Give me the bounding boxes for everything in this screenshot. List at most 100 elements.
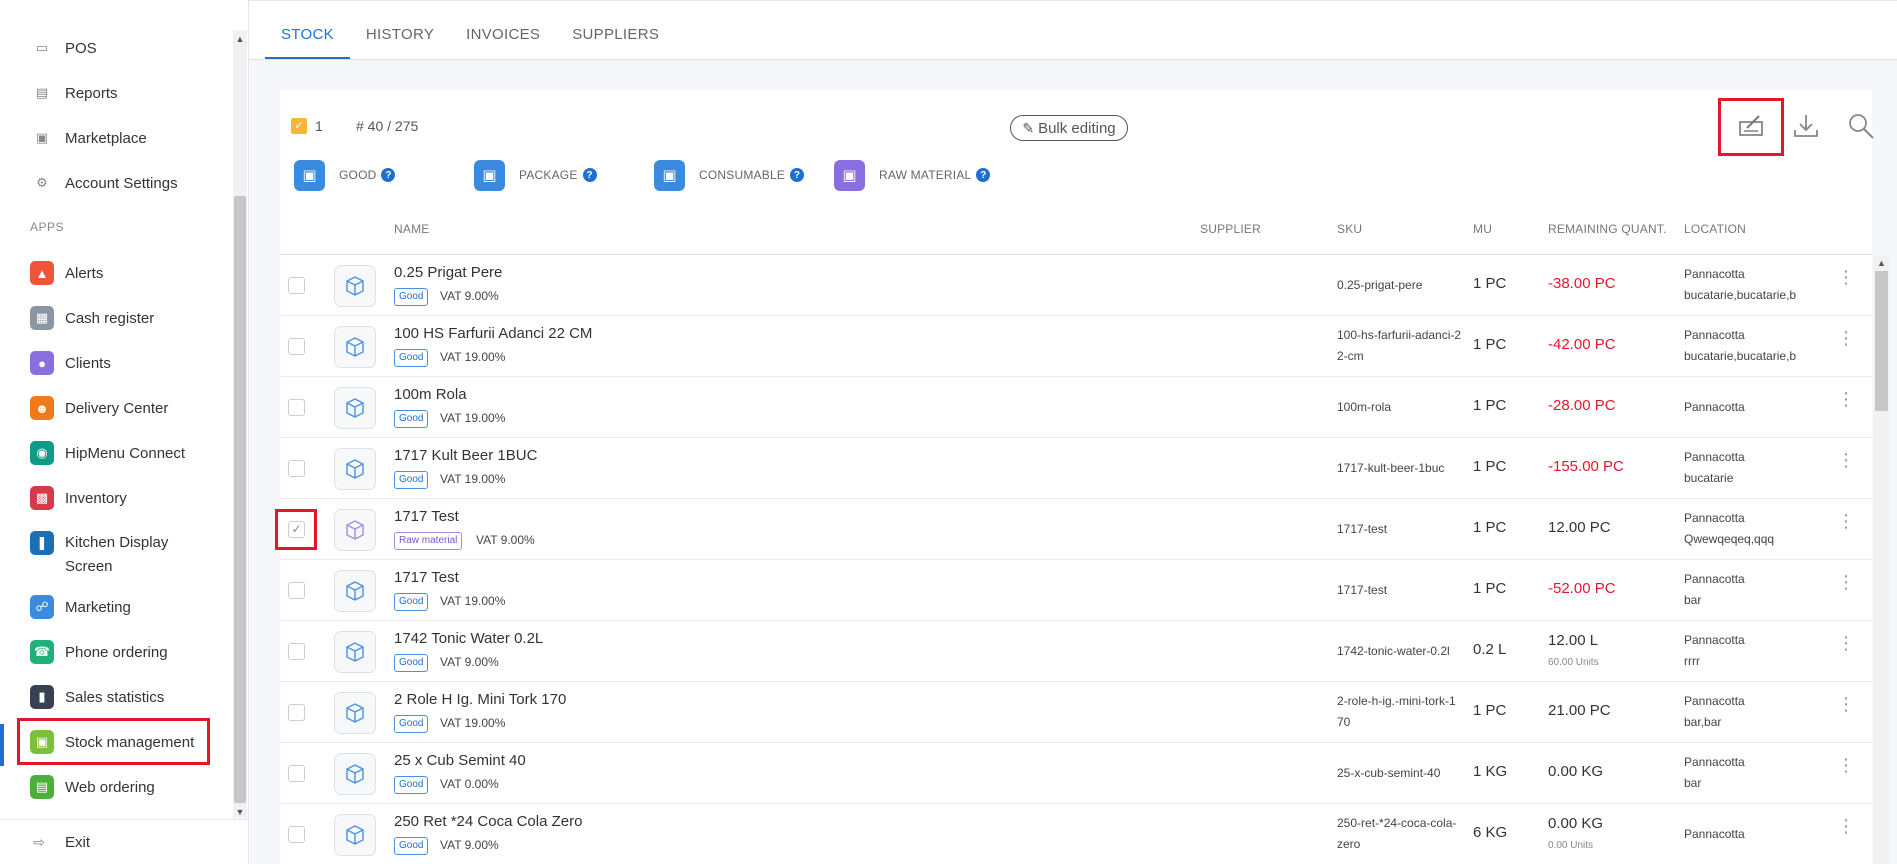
product-name[interactable]: 250 Ret *24 Coca Cola Zero (394, 813, 582, 830)
location-sublocation: bar (1684, 593, 1702, 607)
sidebar-item-clients[interactable]: ● Clients (30, 348, 111, 378)
vat-label: VAT 19.00% (440, 411, 506, 425)
product-thumbnail (334, 326, 376, 368)
sidebar-item-inventory[interactable]: ▩ Inventory (30, 483, 127, 513)
product-name[interactable]: 2 Role H Ig. Mini Tork 170 (394, 691, 566, 708)
sidebar-item-hipmenu-connect[interactable]: ◉ HipMenu Connect (30, 438, 185, 468)
tab-invoices[interactable]: INVOICES (450, 20, 556, 60)
column-header-remaining[interactable]: REMAINING QUANT. (1548, 222, 1667, 236)
row-menu-icon[interactable]: ⋮ (1837, 390, 1855, 419)
product-type-badge: Good (394, 715, 429, 733)
column-header-sku[interactable]: SKU (1337, 222, 1362, 236)
exit-button[interactable]: ⇨ Exit (30, 829, 90, 855)
row-checkbox[interactable] (288, 399, 305, 416)
row-checkbox[interactable] (288, 460, 305, 477)
sidebar-item-delivery-center[interactable]: ☻ Delivery Center (30, 393, 168, 423)
table-row[interactable]: 1717 Kult Beer 1BUC Good VAT 19.00% 1717-ku… (280, 438, 1872, 499)
row-menu-icon[interactable]: ⋮ (1837, 451, 1855, 480)
table-row[interactable]: 2 Role H Ig. Mini Tork 170 Good VAT 19.00%… (280, 682, 1872, 743)
bulk-edit-sheet-icon[interactable] (1733, 108, 1769, 144)
row-checkbox[interactable] (288, 338, 305, 355)
product-name[interactable]: 100m Rola (394, 386, 467, 403)
sidebar-item-web-ordering[interactable]: ▤ Web ordering (30, 772, 155, 802)
sidebar-item-phone-ordering[interactable]: ☎ Phone ordering (30, 637, 168, 667)
row-checkbox[interactable] (288, 582, 305, 599)
remaining-quantity: -155.00 PC (1548, 458, 1624, 475)
row-checkbox[interactable] (288, 277, 305, 294)
table-scroll-up-icon[interactable]: ▲ (1875, 257, 1888, 270)
selection-checkbox[interactable]: ✓ (291, 118, 307, 134)
table-row[interactable]: 1717 Test Good VAT 19.00% 1717-test 1 PC -52.… (280, 560, 1872, 621)
row-checkbox[interactable] (288, 826, 305, 843)
product-name[interactable]: 1717 Test (394, 569, 459, 586)
row-checkbox[interactable] (288, 643, 305, 660)
tab-history[interactable]: HISTORY (350, 20, 450, 60)
sidebar-item-kitchen-display-screen[interactable]: ❚ Kitchen Display Screen (30, 528, 205, 584)
column-header-name[interactable]: NAME (394, 222, 429, 236)
table-row[interactable]: 1742 Tonic Water 0.2L Good VAT 9.00% 1742-t… (280, 621, 1872, 682)
sidebar-item-reports[interactable]: ▤ Reports (30, 78, 118, 108)
row-checkbox[interactable] (288, 704, 305, 721)
column-header-location[interactable]: LOCATION (1684, 222, 1746, 236)
column-header-supplier[interactable]: SUPPLIER (1200, 222, 1261, 236)
pencil-icon: ✎ (1022, 119, 1035, 136)
vat-label: VAT 9.00% (440, 289, 499, 303)
table-row[interactable]: 100m Rola Good VAT 19.00% 100m-rola 1 PC -28.… (280, 377, 1872, 438)
product-name[interactable]: 1717 Kult Beer 1BUC (394, 447, 537, 464)
table-row[interactable]: 0.25 Prigat Pere Good VAT 9.00% 0.25-prigat… (280, 255, 1872, 316)
sidebar-item-marketing[interactable]: ☍ Marketing (30, 592, 131, 622)
help-icon[interactable]: ? (582, 168, 597, 182)
row-menu-icon[interactable]: ⋮ (1837, 512, 1855, 541)
table-row[interactable]: 100 HS Farfurii Adanci 22 CM Good VAT 19.0… (280, 316, 1872, 377)
delivery-person-icon: ☻ (30, 396, 54, 420)
legend-raw-material[interactable]: ▣ RAW MATERIAL ? (834, 159, 991, 191)
search-icon[interactable] (1843, 108, 1879, 144)
table-row[interactable]: 250 Ret *24 Coca Cola Zero Good VAT 9.00% 2… (280, 804, 1872, 864)
sidebar-item-pos[interactable]: ▭ POS (30, 33, 97, 63)
sidebar-item-stock-management[interactable]: ▣ Stock management (30, 727, 194, 757)
sidebar-scrollbar-thumb[interactable] (234, 196, 246, 803)
scroll-down-icon[interactable]: ▼ (234, 805, 246, 819)
row-menu-icon[interactable]: ⋮ (1837, 573, 1855, 602)
sidebar-item-account-settings[interactable]: ⚙ Account Settings (30, 168, 177, 198)
product-name[interactable]: 25 x Cub Semint 40 (394, 752, 526, 769)
row-checkbox[interactable] (288, 765, 305, 782)
scroll-up-icon[interactable]: ▲ (234, 32, 246, 46)
help-icon[interactable]: ? (976, 168, 991, 182)
help-icon[interactable]: ? (381, 168, 396, 182)
product-name[interactable]: 1742 Tonic Water 0.2L (394, 630, 543, 647)
download-icon[interactable] (1788, 108, 1824, 144)
phone-icon: ☎ (30, 640, 54, 664)
product-type-badge: Good (394, 410, 429, 428)
help-icon[interactable]: ? (790, 168, 805, 182)
sidebar-item-alerts[interactable]: ▲ Alerts (30, 258, 103, 288)
row-menu-icon[interactable]: ⋮ (1837, 268, 1855, 297)
row-menu-icon[interactable]: ⋮ (1837, 634, 1855, 663)
sidebar-item-cash-register[interactable]: ▦ Cash register (30, 303, 154, 333)
legend-consumable[interactable]: ▣ CONSUMABLE ? (654, 159, 805, 191)
bulk-editing-button[interactable]: ✎ Bulk editing (1010, 115, 1128, 141)
box-icon (346, 276, 364, 296)
table-row[interactable]: 25 x Cub Semint 40 Good VAT 0.00% 25-x-cub-… (280, 743, 1872, 804)
mu-cell: 1 PC (1473, 580, 1507, 597)
tab-stock[interactable]: STOCK (265, 20, 350, 60)
product-name[interactable]: 100 HS Farfurii Adanci 22 CM (394, 325, 592, 342)
row-menu-icon[interactable]: ⋮ (1837, 817, 1855, 846)
mu-cell: 1 PC (1473, 702, 1507, 719)
product-name[interactable]: 0.25 Prigat Pere (394, 264, 502, 281)
legend-good[interactable]: ▣ GOOD ? (294, 159, 396, 191)
legend-package[interactable]: ▣ PACKAGE ? (474, 159, 597, 191)
column-header-mu[interactable]: MU (1473, 222, 1492, 236)
sidebar-item-sales-statistics[interactable]: ▮ Sales statistics (30, 682, 164, 712)
row-menu-icon[interactable]: ⋮ (1837, 756, 1855, 785)
row-menu-icon[interactable]: ⋮ (1837, 329, 1855, 358)
mu-cell: 1 PC (1473, 397, 1507, 414)
table-row[interactable]: ✓ 1717 Test Raw material VAT 9.00% 1717-test… (280, 499, 1872, 560)
row-menu-icon[interactable]: ⋮ (1837, 695, 1855, 724)
row-checkbox[interactable]: ✓ (288, 521, 305, 538)
table-scrollbar-thumb[interactable] (1875, 271, 1888, 411)
product-name[interactable]: 1717 Test (394, 508, 459, 525)
tab-suppliers[interactable]: SUPPLIERS (556, 20, 675, 60)
sidebar-item-marketplace[interactable]: ▣ Marketplace (30, 123, 147, 153)
mu-cell: 0.2 L (1473, 641, 1507, 658)
